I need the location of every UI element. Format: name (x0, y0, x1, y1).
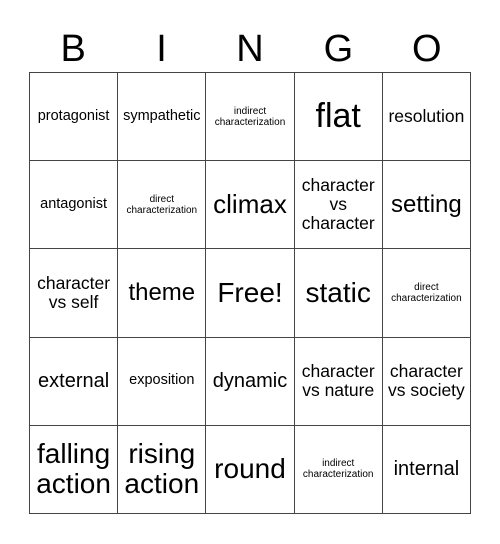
bingo-cell: static (294, 249, 383, 338)
bingo-cell: exposition (118, 337, 207, 426)
bingo-header: B I N G O (29, 26, 471, 72)
bingo-cell: internal (382, 425, 471, 514)
header-letter-i: I (156, 28, 167, 70)
bingo-cell: character vs nature (294, 337, 383, 426)
bingo-cell: round (206, 425, 295, 514)
bingo-cell: theme (118, 249, 207, 338)
header-letter-n: N (236, 28, 264, 70)
bingo-cell: flat (294, 73, 383, 162)
bingo-cell: rising action (118, 425, 207, 514)
bingo-cell: indirect characterization (206, 73, 295, 162)
bingo-cell: protagonist (30, 73, 119, 162)
bingo-cell: antagonist (30, 161, 119, 250)
bingo-cell: climax (206, 161, 295, 250)
bingo-grid: protagonist sympathetic indirect charact… (29, 72, 471, 514)
bingo-cell: sympathetic (118, 73, 207, 162)
bingo-cell: character vs self (30, 249, 119, 338)
bingo-cell: indirect characterization (294, 425, 383, 514)
bingo-cell: direct characterization (118, 161, 207, 250)
bingo-cell: character vs character (294, 161, 383, 250)
bingo-cell: setting (382, 161, 471, 250)
bingo-cell: external (30, 337, 119, 426)
header-letter-o: O (411, 28, 442, 70)
bingo-cell: dynamic (206, 337, 295, 426)
bingo-cell: falling action (30, 425, 119, 514)
header-letter-g: G (323, 28, 354, 70)
bingo-cell: resolution (382, 73, 471, 162)
free-space: Free! (206, 249, 295, 338)
bingo-cell: direct characterization (382, 249, 471, 338)
header-letter-b: B (60, 28, 86, 70)
bingo-cell: character vs society (382, 337, 471, 426)
